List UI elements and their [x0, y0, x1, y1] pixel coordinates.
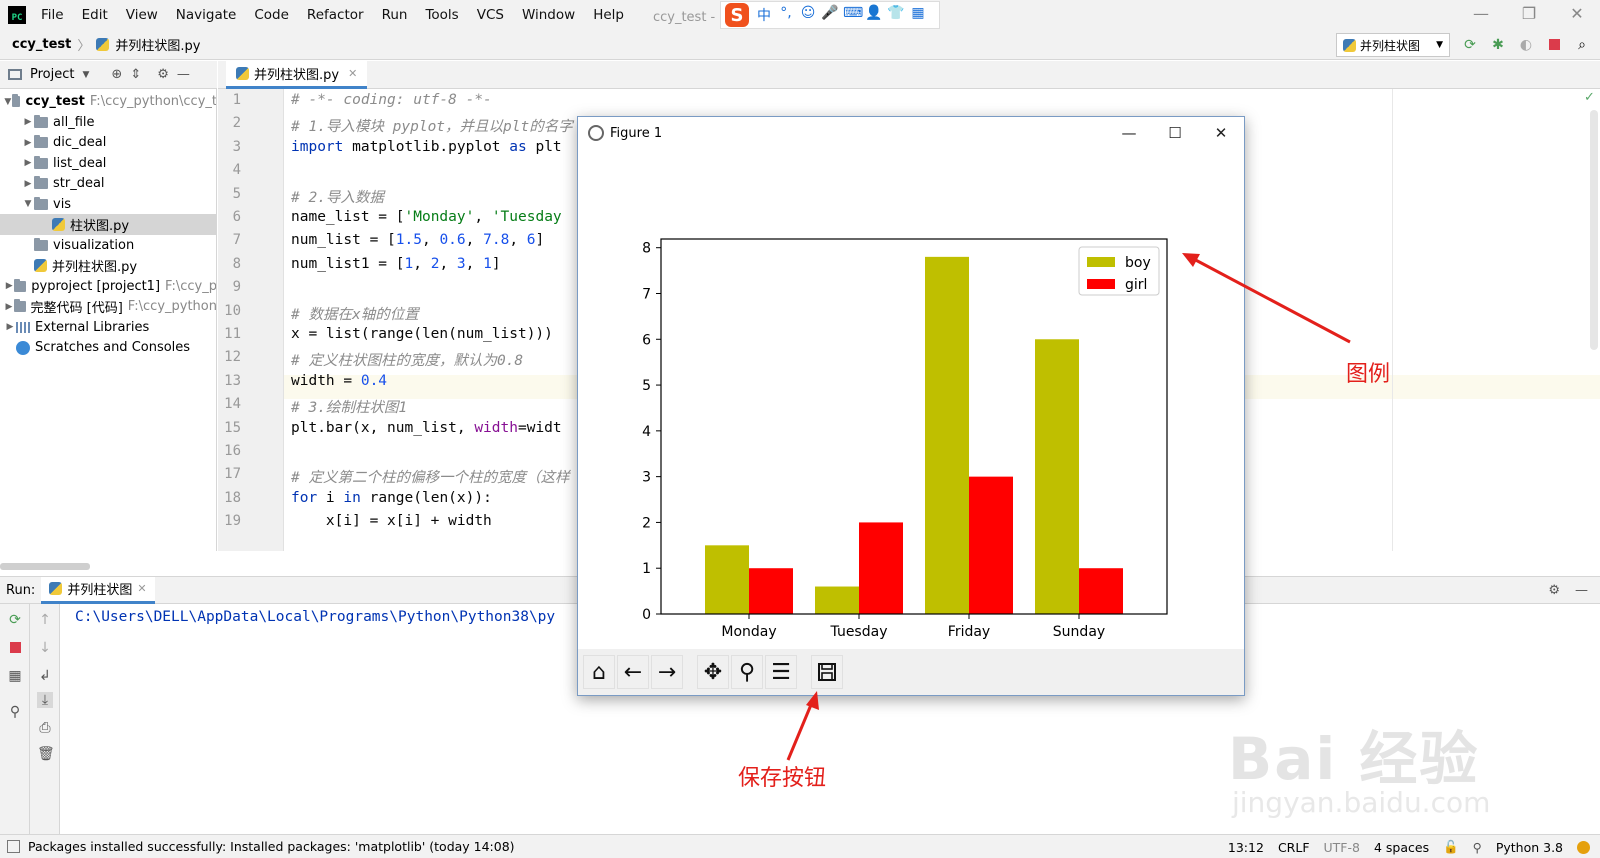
save-arrowhead: [806, 691, 819, 710]
baidu-watermark: Bai 经验 jingyan.baidu.com: [1228, 690, 1528, 820]
legend-annotation: 图例: [1346, 362, 1391, 387]
watermark-text: Bai 经验: [1228, 725, 1480, 793]
save-arrow: [786, 699, 815, 761]
save-button-annotation: 保存按钮: [738, 766, 827, 791]
legend-arrow: [1189, 255, 1351, 344]
watermark-url: jingyan.baidu.com: [1232, 786, 1491, 819]
